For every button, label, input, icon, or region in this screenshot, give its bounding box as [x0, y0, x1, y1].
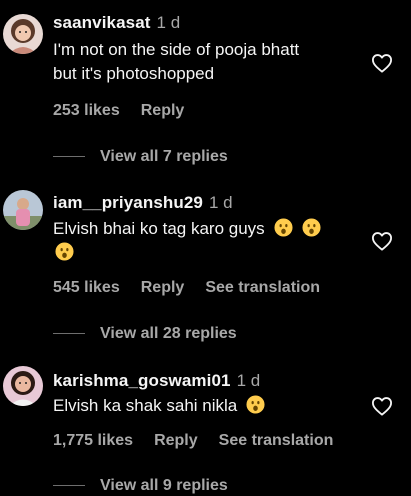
comment-text-content: Elvish bhai ko tag karo guys: [53, 219, 265, 238]
replies-divider-line: [53, 156, 85, 158]
see-translation-button[interactable]: See translation: [219, 432, 334, 449]
comment-actions: 253 likes Reply: [53, 101, 205, 121]
reply-button[interactable]: Reply: [141, 102, 185, 119]
hushed-face-emoji-icon: [302, 218, 321, 237]
view-replies-label: View all 9 replies: [100, 477, 228, 494]
comment-text: Elvish ka shak sahi nikla: [53, 394, 353, 418]
comment-text-line: I'm not on the side of pooja bhatt: [53, 40, 300, 59]
reply-button[interactable]: Reply: [154, 432, 198, 449]
comment-text-content: Elvish ka shak sahi nikla: [53, 396, 238, 415]
comment-text-line: [53, 241, 353, 265]
username[interactable]: iam__priyanshu29: [53, 193, 203, 212]
reply-button[interactable]: Reply: [141, 279, 185, 296]
username[interactable]: karishma_goswami01: [53, 371, 231, 390]
comment-header: karishma_goswami01 1 d: [53, 371, 260, 391]
comment-text-line: Elvish bhai ko tag karo guys: [53, 217, 353, 241]
hushed-face-emoji-icon: [246, 395, 265, 414]
comment-actions: 545 likes Reply See translation: [53, 278, 341, 298]
comment-header: saanvikasat 1 d: [53, 13, 180, 33]
avatar[interactable]: [3, 190, 43, 230]
timestamp: 1 d: [156, 13, 181, 32]
comment-text: I'm not on the side of pooja bhatt but i…: [53, 38, 353, 86]
avatar[interactable]: [3, 14, 43, 54]
like-heart-icon[interactable]: [371, 396, 393, 416]
username[interactable]: saanvikasat: [53, 13, 151, 32]
view-replies-label: View all 28 replies: [100, 325, 237, 342]
comment-header: iam__priyanshu29 1 d: [53, 193, 233, 213]
timestamp: 1 d: [236, 371, 261, 390]
comment-actions: 1,775 likes Reply See translation: [53, 431, 354, 451]
replies-divider-line: [53, 485, 85, 487]
view-replies-label: View all 7 replies: [100, 148, 228, 165]
likes-count[interactable]: 1,775 likes: [53, 432, 133, 449]
hushed-face-emoji-icon: [274, 218, 293, 237]
see-translation-button[interactable]: See translation: [205, 279, 320, 296]
comment-text-line: but it's photoshopped: [53, 64, 215, 83]
timestamp: 1 d: [208, 193, 233, 212]
like-heart-icon[interactable]: [371, 231, 393, 251]
replies-divider-line: [53, 333, 85, 335]
view-replies-button[interactable]: View all 9 replies: [53, 476, 228, 496]
comment-text: Elvish bhai ko tag karo guys: [53, 217, 353, 265]
likes-count[interactable]: 253 likes: [53, 102, 120, 119]
view-replies-button[interactable]: View all 28 replies: [53, 324, 237, 344]
likes-count[interactable]: 545 likes: [53, 279, 120, 296]
like-heart-icon[interactable]: [371, 53, 393, 73]
hushed-face-emoji-icon: [55, 242, 74, 261]
avatar[interactable]: [3, 366, 43, 406]
comment-text-line: Elvish ka shak sahi nikla: [53, 394, 353, 418]
view-replies-button[interactable]: View all 7 replies: [53, 147, 228, 167]
